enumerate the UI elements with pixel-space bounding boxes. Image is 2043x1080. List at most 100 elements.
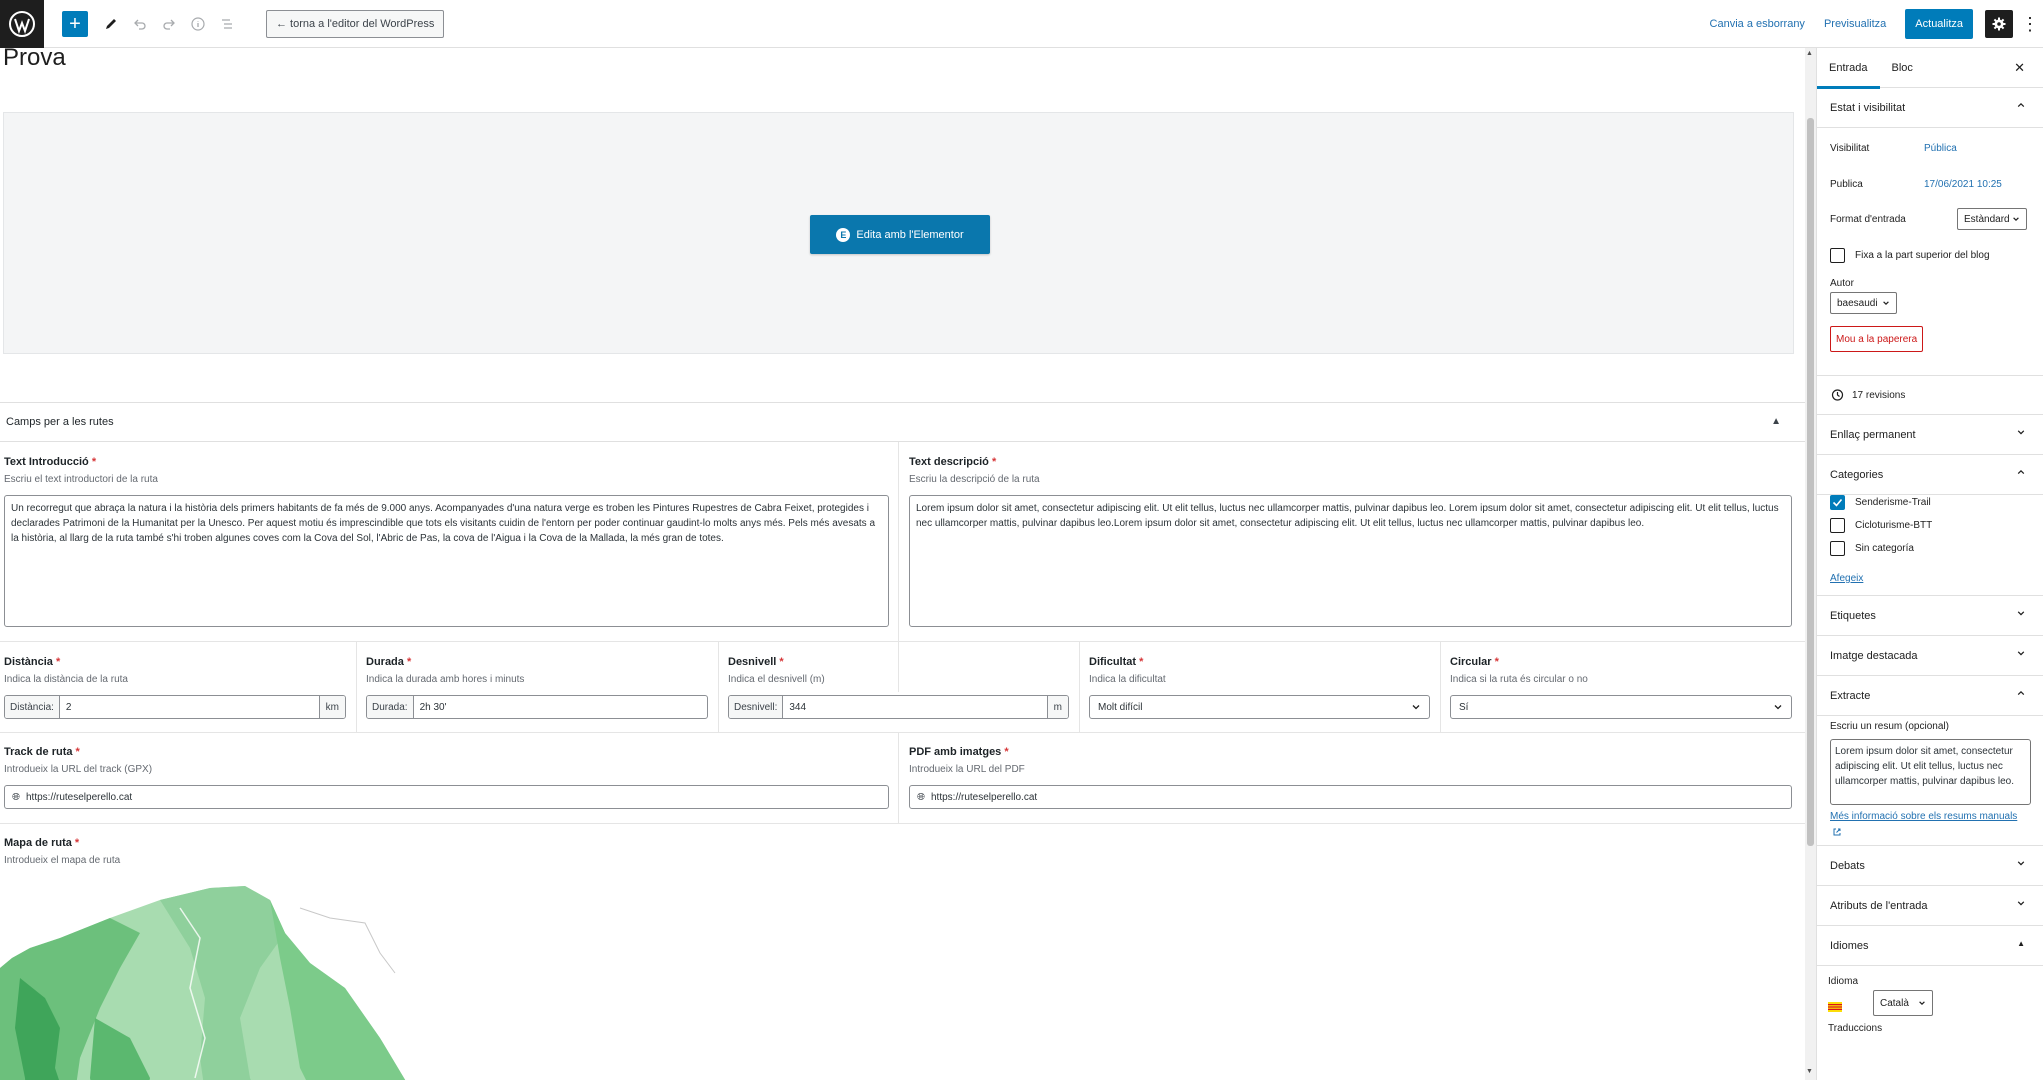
categories-panel-body: Senderisme-Trail Cicloturisme-BTT Sin ca…: [1817, 495, 2043, 596]
settings-gear-icon[interactable]: [1985, 10, 2013, 38]
info-icon[interactable]: [185, 11, 211, 37]
panel-post-attributes[interactable]: Atributs de l'entrada: [1817, 886, 2043, 926]
excerpt-help-link[interactable]: Més informació sobre els resums manuals: [1830, 811, 2035, 822]
distance-input[interactable]: Distància: 2 km: [4, 695, 346, 719]
duration-value[interactable]: 2h 30': [414, 696, 707, 718]
format-select[interactable]: Estàndard: [1957, 208, 2027, 230]
divider: [356, 642, 357, 732]
track-url-input[interactable]: 🌐︎ https://ruteselperello.cat: [4, 785, 889, 809]
visibility-link[interactable]: Pública: [1924, 143, 1957, 154]
route-map-image[interactable]: [0, 878, 480, 1080]
more-options-icon[interactable]: ⋮: [2021, 14, 2039, 35]
chevron-down-icon: [2017, 861, 2025, 866]
post-title[interactable]: Prova: [3, 48, 66, 72]
elevation-label: Desnivell *: [728, 656, 784, 668]
track-label: Track de ruta *: [4, 746, 80, 758]
author-label: Autor: [1830, 278, 1854, 289]
publish-date-link[interactable]: 17/06/2021 10:25: [1924, 179, 2002, 190]
panel-title: Enllaç permanent: [1830, 428, 1916, 441]
category-checkbox-senderisme[interactable]: [1830, 495, 1845, 510]
excerpt-description: Escriu un resum (opcional): [1830, 721, 1949, 732]
panel-status-visibility[interactable]: Estat i visibilitat: [1817, 88, 2043, 128]
sticky-checkbox[interactable]: [1830, 248, 1845, 263]
panel-featured-image[interactable]: Imatge destacada: [1817, 636, 2043, 676]
distance-prefix: Distància:: [5, 696, 60, 718]
languages-panel-body: Idioma Català Traduccions: [1817, 966, 2043, 1046]
duration-input[interactable]: Durada: 2h 30': [366, 695, 708, 719]
track-url-value: https://ruteselperello.cat: [26, 791, 133, 803]
panel-title: Estat i visibilitat: [1830, 101, 1906, 114]
collapse-arrow-icon[interactable]: ▲: [2017, 939, 2025, 948]
add-block-button[interactable]: +: [62, 10, 88, 37]
difficulty-select[interactable]: Molt difícil: [1089, 695, 1430, 719]
intro-textarea[interactable]: Un recorregut que abraça la natura i la …: [4, 495, 889, 627]
collapse-arrow-icon[interactable]: ▲: [1771, 416, 1781, 427]
divider: [898, 733, 899, 823]
history-icon: [1831, 389, 1844, 401]
elevation-value[interactable]: 344: [783, 696, 1046, 718]
duration-label: Durada *: [366, 656, 412, 668]
external-link-icon[interactable]: [1832, 827, 1842, 837]
distance-value[interactable]: 2: [60, 696, 319, 718]
panel-languages[interactable]: Idiomes ▲: [1817, 926, 2043, 966]
author-select[interactable]: baesaudi: [1830, 292, 1897, 314]
wordpress-logo-icon[interactable]: [0, 0, 44, 48]
switch-to-draft-link[interactable]: Canvia a esborrany: [1710, 18, 1805, 30]
tab-post[interactable]: Entrada: [1817, 48, 1880, 89]
visibility-label: Visibilitat: [1830, 143, 1870, 154]
duration-description: Indica la durada amb hores i minuts: [366, 674, 525, 685]
edit-with-elementor-button[interactable]: E Edita amb l'Elementor: [810, 215, 990, 254]
distance-label: Distància *: [4, 656, 61, 668]
chevron-up-icon: [2017, 469, 2025, 475]
revisions-row[interactable]: 17 revisions: [1817, 376, 2043, 415]
update-button[interactable]: Actualitza: [1905, 9, 1973, 39]
preview-link[interactable]: Previsualitza: [1824, 18, 1886, 30]
circular-select[interactable]: Sí: [1450, 695, 1792, 719]
excerpt-textarea[interactable]: Lorem ipsum dolor sit amet, consectetur …: [1830, 739, 2031, 805]
distance-suffix: km: [318, 696, 345, 718]
panel-permalink[interactable]: Enllaç permanent: [1817, 415, 2043, 455]
chevron-down-icon: [2017, 651, 2025, 656]
description-textarea[interactable]: Lorem ipsum dolor sit amet, consectetur …: [909, 495, 1792, 627]
elevation-suffix: m: [1046, 696, 1068, 718]
editor-app: + ← torna a l'editor del WordPress Canvi…: [0, 0, 2043, 1080]
scroll-down-arrow-icon[interactable]: ▼: [1806, 1068, 1813, 1075]
divider: [0, 732, 1805, 733]
author-value: baesaudi: [1837, 297, 1878, 309]
panel-tags[interactable]: Etiquetes: [1817, 596, 2043, 636]
chevron-down-icon: [2017, 611, 2025, 616]
move-to-trash-button[interactable]: Mou a la paperera: [1830, 326, 1924, 352]
language-select[interactable]: Català: [1873, 990, 1933, 1016]
category-checkbox-cicloturisme[interactable]: [1830, 518, 1845, 533]
language-flag-icon: [1828, 1002, 1842, 1012]
chevron-down-icon: [1774, 705, 1782, 710]
circular-value: Sí: [1459, 701, 1469, 713]
panel-categories[interactable]: Categories: [1817, 455, 2043, 495]
metabox-header[interactable]: Camps per a les rutes ▲: [0, 402, 1805, 442]
divider: [718, 642, 719, 732]
add-category-link[interactable]: Afegeix: [1830, 573, 1863, 584]
pdf-url-input[interactable]: 🌐︎ https://ruteselperello.cat: [909, 785, 1792, 809]
close-icon[interactable]: ✕: [2014, 60, 2025, 76]
chevron-down-icon: [2017, 901, 2025, 906]
chevron-up-icon: [2017, 690, 2025, 696]
category-checkbox-sin-categoria[interactable]: [1830, 541, 1845, 556]
map-description: Introdueix el mapa de ruta: [4, 855, 121, 866]
circular-description: Indica si la ruta és circular o no: [1450, 674, 1588, 685]
scroll-up-arrow-icon[interactable]: ▲: [1806, 50, 1813, 57]
tab-block[interactable]: Bloc: [1880, 48, 1925, 88]
panel-title: Idiomes: [1830, 939, 1869, 952]
elevation-input[interactable]: Desnivell: 344 m: [728, 695, 1069, 719]
undo-icon[interactable]: [127, 11, 153, 37]
publish-label: Publica: [1830, 179, 1863, 190]
redo-icon[interactable]: [156, 11, 182, 37]
list-view-icon[interactable]: [214, 11, 240, 37]
edit-tools-icon[interactable]: [98, 11, 124, 37]
elementor-icon: E: [836, 227, 851, 242]
panel-excerpt[interactable]: Extracte: [1817, 676, 2043, 716]
checkmark-icon: [1832, 498, 1843, 507]
settings-sidebar: Entrada Bloc ✕ Estat i visibilitat Visib…: [1816, 48, 2043, 1080]
scrollbar-thumb[interactable]: [1807, 118, 1814, 846]
back-to-wordpress-editor-button[interactable]: ← torna a l'editor del WordPress: [266, 9, 445, 38]
panel-discussion[interactable]: Debats: [1817, 846, 2043, 886]
